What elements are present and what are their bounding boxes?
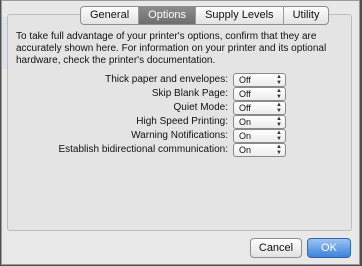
tab-supply-levels[interactable]: Supply Levels — [196, 7, 284, 24]
warning-notifications-select[interactable]: On ▲ ▼ — [233, 129, 286, 143]
stepper-arrows-icon: ▲ ▼ — [276, 130, 282, 142]
tab-general[interactable]: General — [81, 7, 140, 24]
option-row-bidirectional: Establish bidirectional communication: O… — [8, 143, 348, 157]
printer-options-sheet: To take full advantage of your printer's… — [1, 0, 360, 265]
option-label: Skip Blank Page: — [151, 88, 228, 99]
option-label: High Speed Printing: — [136, 116, 228, 127]
stepper-arrows-icon: ▲ ▼ — [276, 74, 282, 86]
option-label: Quiet Mode: — [173, 102, 228, 113]
high-speed-printing-select[interactable]: On ▲ ▼ — [233, 115, 286, 129]
stepper-arrows-icon: ▲ ▼ — [276, 102, 282, 114]
bidirectional-communication-select[interactable]: On ▲ ▼ — [233, 143, 286, 157]
tab-options[interactable]: Options — [139, 7, 197, 24]
quiet-mode-select[interactable]: Off ▲ ▼ — [233, 101, 286, 115]
ok-button[interactable]: OK — [307, 238, 351, 258]
stepper-arrows-icon: ▲ ▼ — [276, 88, 282, 100]
cancel-button[interactable]: Cancel — [250, 238, 302, 258]
options-description: To take full advantage of your printer's… — [16, 31, 327, 66]
option-label: Thick paper and envelopes: — [105, 74, 228, 85]
tab-bar: General Options Supply Levels Utility — [80, 6, 330, 25]
skip-blank-page-select[interactable]: Off ▲ ▼ — [233, 87, 286, 101]
option-row-thick-paper: Thick paper and envelopes: Off ▲ ▼ — [8, 73, 348, 87]
option-row-skip-blank: Skip Blank Page: Off ▲ ▼ — [8, 87, 348, 101]
stepper-arrows-icon: ▲ ▼ — [276, 116, 282, 128]
tab-utility[interactable]: Utility — [284, 7, 329, 24]
options-panel: To take full advantage of your printer's… — [7, 14, 352, 231]
option-label: Warning Notifications: — [131, 130, 228, 141]
option-label: Establish bidirectional communication: — [58, 144, 228, 155]
option-row-high-speed: High Speed Printing: On ▲ ▼ — [8, 115, 348, 129]
thick-paper-select[interactable]: Off ▲ ▼ — [233, 73, 286, 87]
option-row-warnings: Warning Notifications: On ▲ ▼ — [8, 129, 348, 143]
stepper-arrows-icon: ▲ ▼ — [276, 144, 282, 156]
option-row-quiet-mode: Quiet Mode: Off ▲ ▼ — [8, 101, 348, 115]
